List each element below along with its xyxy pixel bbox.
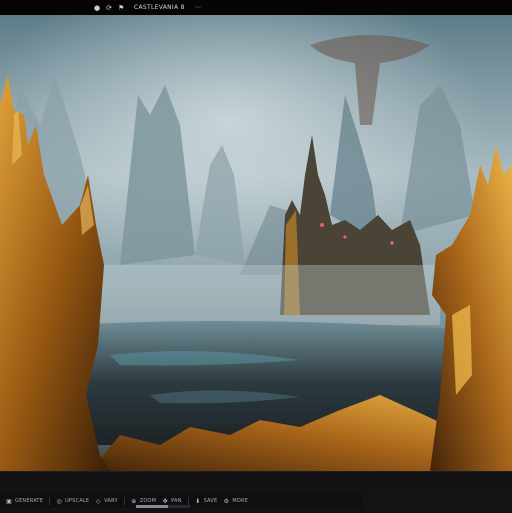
- settings-icon: ⚙: [223, 497, 230, 505]
- vary-icon: ◇: [95, 497, 101, 505]
- action-zoom[interactable]: ⊕ ZOOM: [131, 498, 156, 505]
- action-vary[interactable]: ◇ VARY: [95, 498, 118, 505]
- rotate-icon[interactable]: ⟳: [106, 4, 112, 12]
- progress-fill: [136, 505, 169, 508]
- zoom-icon: ⊕: [131, 497, 137, 505]
- upscale-icon: ◎: [56, 497, 62, 505]
- download-icon: ⬇: [195, 497, 201, 505]
- flag-icon[interactable]: ⚑: [118, 4, 124, 12]
- divider: [187, 497, 189, 505]
- action-generate[interactable]: ▣ GENERATE: [6, 498, 43, 505]
- status-area: [362, 494, 512, 508]
- fantasy-landscape-image: [0, 15, 512, 471]
- action-label: GENERATE: [15, 498, 44, 504]
- divider: [49, 497, 51, 505]
- circle-icon[interactable]: ●: [94, 4, 100, 12]
- action-label: PAN: [171, 498, 182, 504]
- action-label: ZOOM: [139, 498, 157, 504]
- toolbar-group: ● ⟳ ⚑ CASTLEVANIA 8 ⋯: [94, 4, 201, 12]
- top-toolbar: ● ⟳ ⚑ CASTLEVANIA 8 ⋯: [0, 0, 512, 15]
- image-icon: ▣: [6, 497, 12, 505]
- action-label: SAVE: [203, 498, 218, 504]
- action-more[interactable]: ⚙ MORE: [223, 498, 248, 505]
- action-label: VARY: [104, 498, 118, 504]
- action-save[interactable]: ⬇ SAVE: [195, 498, 218, 505]
- action-label: UPSCALE: [65, 498, 90, 504]
- action-pan[interactable]: ✥ PAN: [162, 497, 182, 505]
- more-icon[interactable]: ⋯: [195, 4, 201, 11]
- bottom-toolbar: ▣ GENERATE ◎ UPSCALE ◇ VARY ⊕ ZOOM ✥ PAN…: [0, 471, 512, 513]
- progress-bar: [136, 505, 190, 508]
- action-label: MORE: [232, 498, 249, 504]
- divider: [123, 497, 125, 505]
- action-upscale[interactable]: ◎ UPSCALE: [56, 498, 89, 505]
- pan-icon: ✥: [162, 497, 168, 505]
- image-viewer[interactable]: [0, 15, 512, 471]
- window-title: CASTLEVANIA 8: [134, 4, 185, 11]
